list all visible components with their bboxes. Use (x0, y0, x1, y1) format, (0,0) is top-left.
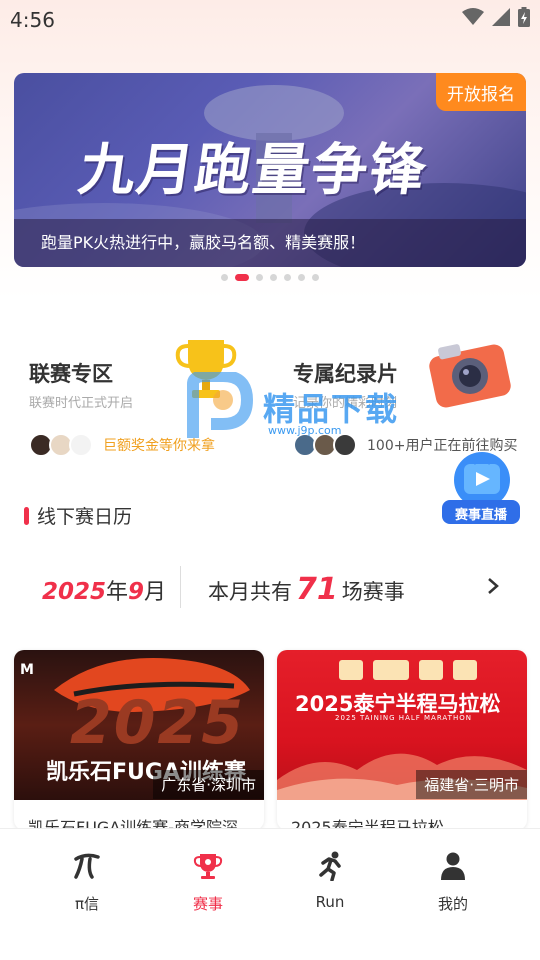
section-accent-bar (24, 506, 29, 525)
calendar-year-suffix: 年 (106, 580, 129, 605)
calendar-month: 9 (128, 579, 145, 605)
status-bar: 4:56 (0, 0, 540, 38)
live-stream-label: 赛事直播 (454, 508, 507, 523)
signal-icon (492, 8, 510, 26)
event-location: 广东省·深圳市 (153, 770, 264, 799)
watermark-logo-icon (187, 372, 254, 438)
event-image-year: 2025 (70, 688, 245, 758)
tab-label: π信 (74, 895, 100, 913)
pagination-dot[interactable] (298, 274, 305, 281)
section-title: 线下赛日历 (37, 506, 133, 528)
sponsor-logo (373, 660, 409, 680)
event-card[interactable]: M 2025 凯乐石FUGA训练赛 广东省·深圳市 凯乐石FUGA训练赛-商学院… (14, 650, 264, 830)
brand-logo: M (20, 662, 34, 678)
calendar-divider (180, 566, 181, 608)
status-time: 4:56 (10, 8, 55, 32)
trophy-icon (193, 854, 223, 879)
event-location: 福建省·三明市 (416, 770, 527, 799)
tab-events[interactable]: 赛事 (168, 851, 248, 914)
calendar-summary-suffix: 场赛事 (341, 580, 405, 604)
pagination-dot[interactable] (256, 274, 263, 281)
avatar (69, 433, 93, 457)
tab-pi-xin[interactable]: π信 (47, 851, 127, 914)
tab-run[interactable]: Run (290, 851, 370, 911)
tab-label: Run (315, 893, 345, 911)
calendar-month-selector[interactable]: 2025 年 9 月 (42, 574, 166, 606)
pagination-dot-active[interactable] (235, 274, 249, 281)
league-zone-subtitle: 联赛时代正式开启 (29, 396, 134, 411)
calendar-month-suffix: 月 (144, 580, 167, 605)
promo-banner[interactable]: 九月跑量争锋 开放报名 跑量PK火热进行中，赢胶马名额、精美赛服！ (14, 73, 526, 267)
event-image-subtitle: 2025 TAINING HALF MARATHON (335, 714, 472, 722)
race-count: 71 (296, 572, 338, 607)
watermark-url: www.j9p.com (268, 424, 342, 437)
league-zone-title: 联赛专区 (29, 362, 113, 386)
tab-mine[interactable]: 我的 (413, 851, 493, 914)
sponsor-logos (339, 660, 477, 680)
chevron-right-icon[interactable] (486, 576, 500, 596)
sponsor-logo (419, 660, 443, 680)
live-stream-button[interactable]: 赛事直播 (440, 450, 522, 528)
tab-label: 我的 (437, 895, 468, 913)
race-calendar[interactable]: 2025 年 9 月 本月共有 71 场赛事 (0, 560, 540, 614)
calendar-summary-prefix: 本月共有 (208, 580, 292, 604)
tab-label: 赛事 (192, 895, 223, 913)
sponsor-logo (339, 660, 363, 680)
section-header: 线下赛日历 (24, 502, 132, 529)
calendar-summary: 本月共有 71 场赛事 (208, 572, 405, 607)
banner-caption: 跑量PK火热进行中，赢胶马名额、精美赛服！ (41, 233, 366, 252)
pagination-dot[interactable] (221, 274, 228, 281)
pagination-dot[interactable] (312, 274, 319, 281)
wifi-icon (462, 8, 484, 25)
camera-icon (429, 344, 511, 408)
calendar-year: 2025 (42, 579, 107, 605)
battery-icon (518, 7, 530, 27)
event-card[interactable]: 2025泰宁半程马拉松 2025 TAINING HALF MARATHON 福… (277, 650, 527, 830)
user-icon (441, 852, 465, 880)
status-icons (462, 7, 530, 27)
sponsor-logo (453, 660, 477, 680)
registration-badge[interactable]: 开放报名 (436, 73, 526, 111)
banner-pagination (221, 274, 319, 281)
pagination-dot[interactable] (270, 274, 277, 281)
bottom-tab-bar: π信 赛事 Run 我的 (0, 828, 540, 960)
pagination-dot[interactable] (284, 274, 291, 281)
pi-logo-icon (74, 853, 100, 879)
runner-icon (319, 851, 341, 882)
banner-title: 九月跑量争锋 (74, 137, 433, 203)
